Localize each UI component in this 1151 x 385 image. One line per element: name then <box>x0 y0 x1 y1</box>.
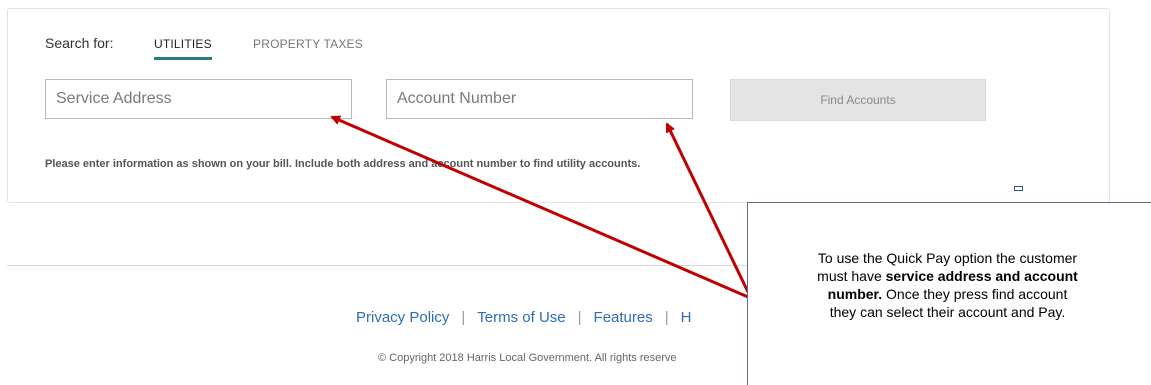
callout-line-2: must have service address and account <box>754 267 1141 285</box>
callout-line-1: To use the Quick Pay option the customer <box>817 250 1078 266</box>
resize-handle-icon[interactable] <box>1014 186 1023 191</box>
callout-bold-text: number. <box>827 286 883 302</box>
arrow-to-address <box>330 115 749 299</box>
instruction-callout: To use the Quick Pay option the customer… <box>747 202 1151 385</box>
callout-line-4: they can select their account and Pay. <box>829 304 1066 320</box>
callout-line-3: number. Once they press find account <box>754 285 1141 303</box>
callout-bold-text: service address and account <box>885 268 1078 284</box>
callout-text: Once they press find account <box>882 286 1068 302</box>
callout-text: must have <box>817 268 886 284</box>
